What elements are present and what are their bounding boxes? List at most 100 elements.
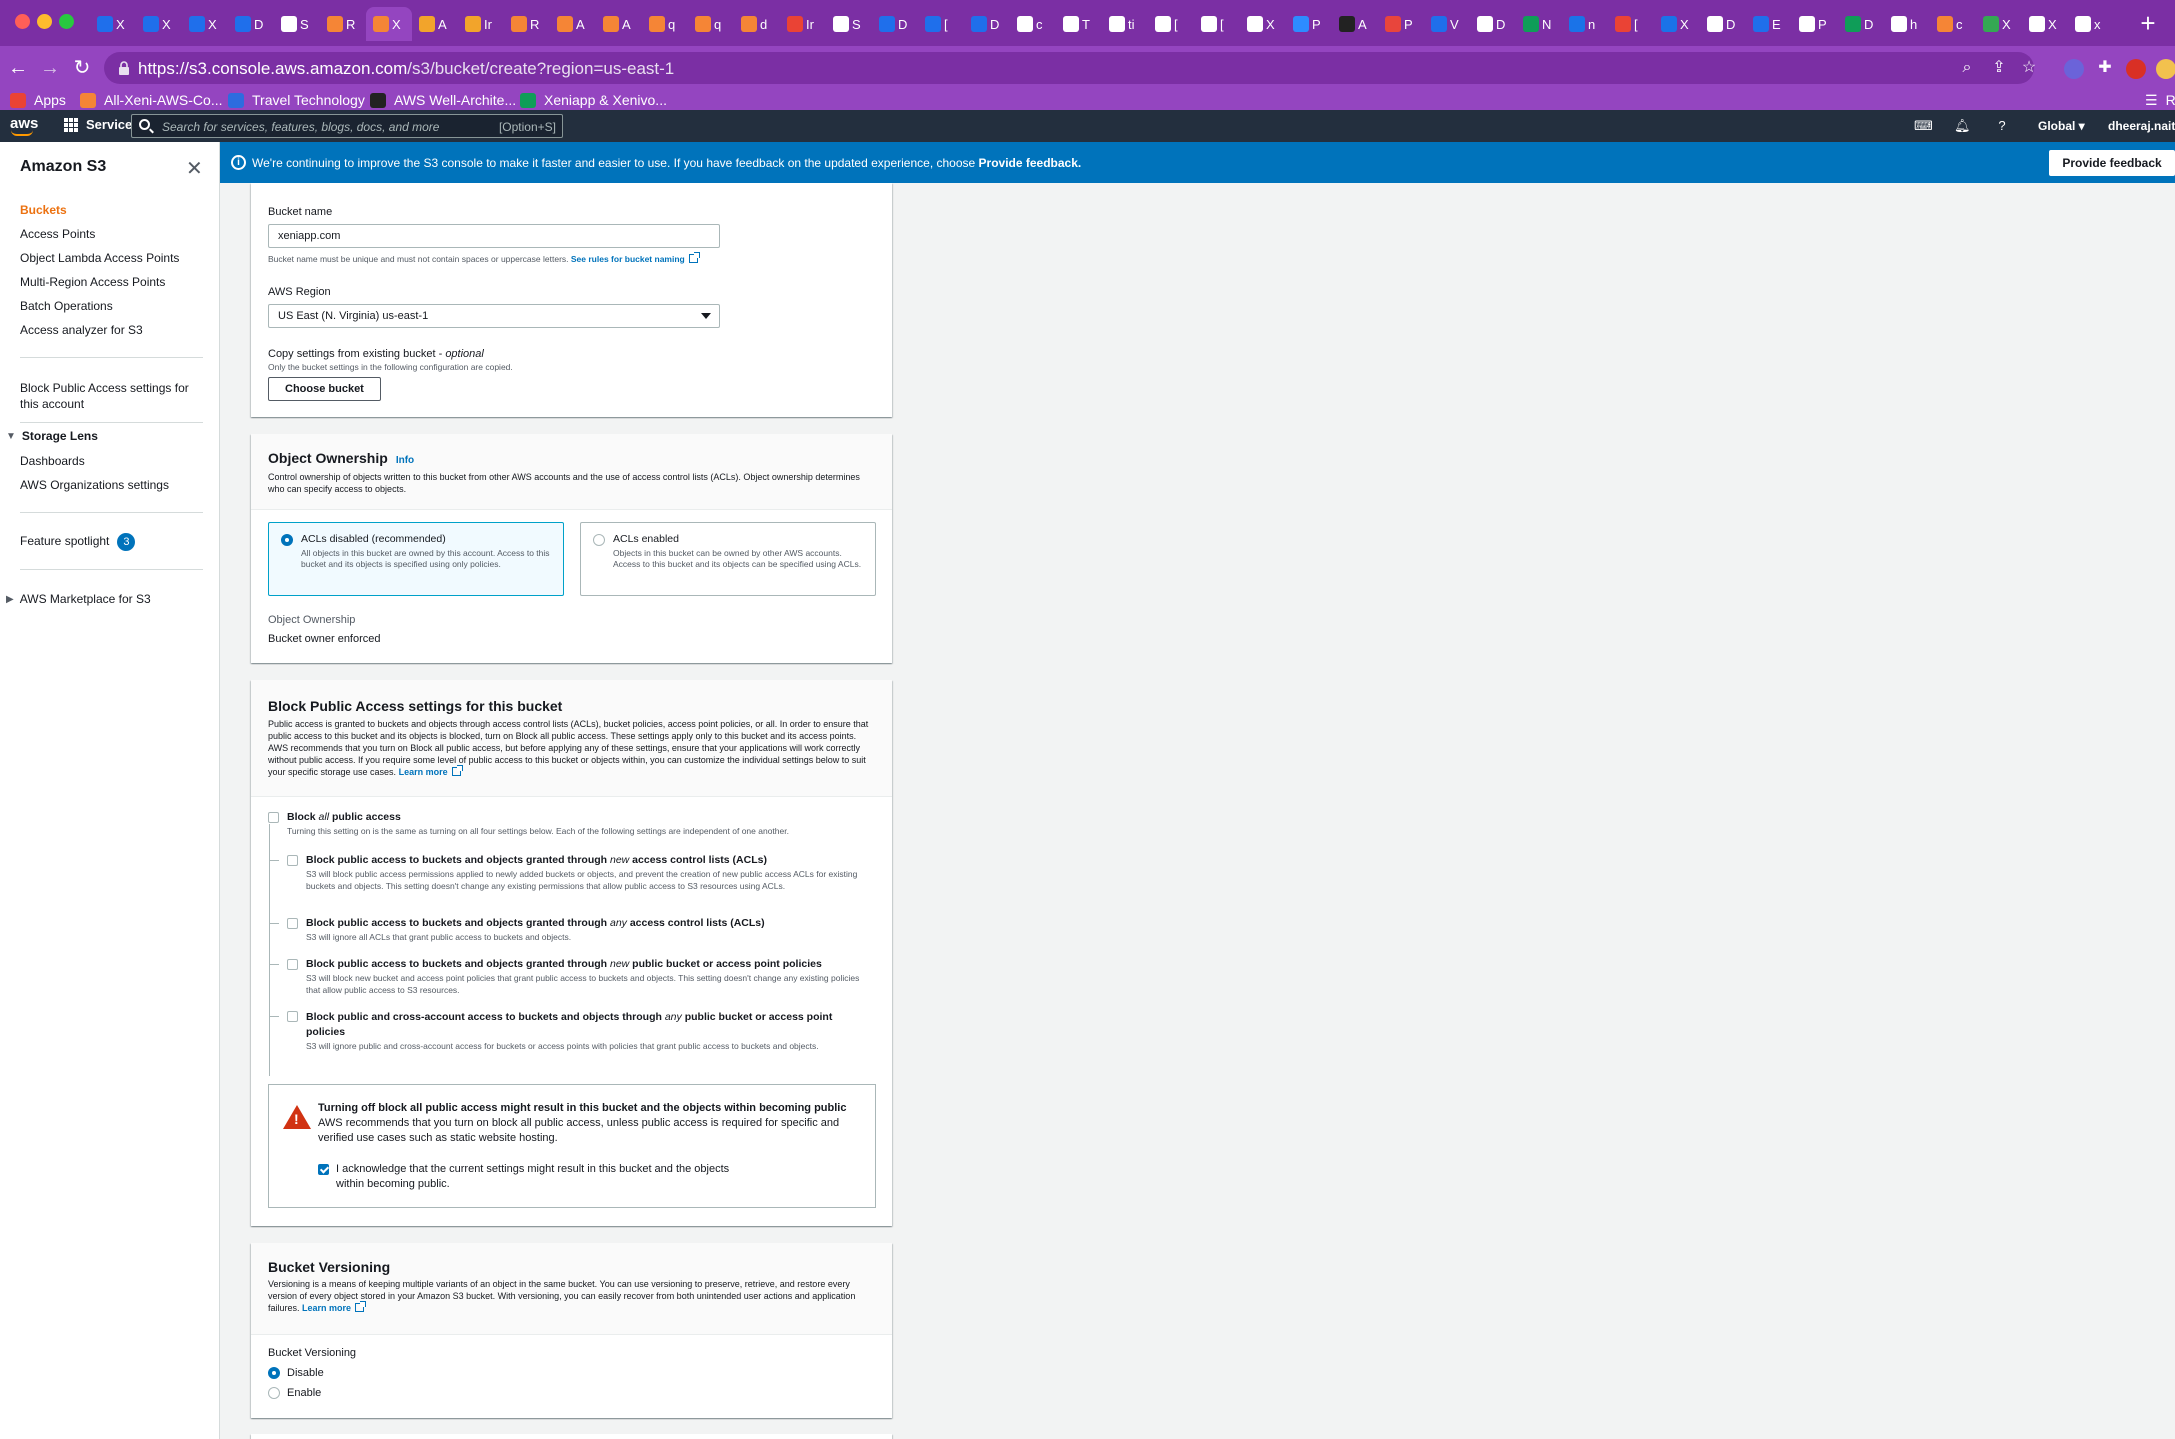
browser-tab[interactable]: E (1746, 7, 1792, 41)
acls-disabled-radio[interactable] (281, 534, 293, 546)
address-bar[interactable]: https://s3.console.aws.amazon.com/s3/buc… (104, 52, 2036, 84)
sidebar-item-block-public-access[interactable]: Block Public Access settings for this ac… (20, 380, 195, 412)
browser-tab[interactable]: h (1884, 7, 1930, 41)
browser-tab[interactable]: [ (1148, 7, 1194, 41)
browser-tab[interactable]: d (734, 7, 780, 41)
sidebar-item-organizations-settings[interactable]: AWS Organizations settings (20, 478, 169, 492)
minimize-window-button[interactable] (37, 14, 52, 29)
sidenav-title[interactable]: Amazon S3 (20, 158, 106, 176)
block-new-policies-checkbox[interactable] (287, 959, 298, 970)
bucket-name-input[interactable]: xeniapp.com (268, 224, 720, 248)
browser-tab[interactable]: P (1792, 7, 1838, 41)
browser-tab[interactable]: N (1516, 7, 1562, 41)
block-new-acls-checkbox[interactable] (287, 855, 298, 866)
region-selector[interactable]: Global ▾ (2038, 119, 2085, 133)
browser-tab[interactable]: X (182, 7, 228, 41)
profile-avatar[interactable] (2126, 59, 2146, 79)
reload-icon[interactable]: ↻ (68, 54, 96, 82)
bucket-naming-rules-link[interactable]: See rules for bucket naming (571, 254, 685, 264)
browser-tab[interactable]: q (688, 7, 734, 41)
browser-tab[interactable]: D (1700, 7, 1746, 41)
browser-tab[interactable]: q (642, 7, 688, 41)
back-icon[interactable]: ← (4, 54, 32, 82)
sidebar-item-object-lambda-access-points[interactable]: Object Lambda Access Points (20, 251, 179, 265)
browser-tab[interactable]: P (1378, 7, 1424, 41)
browser-tab[interactable]: [ (1194, 7, 1240, 41)
acls-enabled-radio[interactable] (593, 534, 605, 546)
bookmark-travel-technology[interactable]: Travel Technology (228, 90, 365, 110)
browser-tab[interactable]: S (274, 7, 320, 41)
browser-tab[interactable]: Ir (458, 7, 504, 41)
browser-tab[interactable]: X (1240, 7, 1286, 41)
notifications-bell-icon[interactable]: 🔔︎ (1954, 118, 1971, 134)
versioning-disable-radio[interactable] (268, 1367, 280, 1379)
block-any-policies-checkbox[interactable] (287, 1011, 298, 1022)
browser-tab[interactable]: D (228, 7, 274, 41)
services-menu[interactable]: Services (64, 117, 140, 132)
acknowledge-checkbox[interactable] (318, 1164, 329, 1175)
sidebar-item-feature-spotlight[interactable]: Feature spotlight 3 (20, 533, 136, 551)
browser-tab[interactable]: X (2022, 7, 2068, 41)
new-tab-button[interactable]: + (2133, 8, 2163, 38)
extensions-puzzle-icon[interactable]: ✚ (2096, 59, 2114, 77)
bookmark-apps[interactable]: Apps (10, 90, 66, 110)
versioning-enable-radio[interactable] (268, 1387, 280, 1399)
sidebar-section-marketplace[interactable]: ▶ AWS Marketplace for S3 (6, 592, 151, 606)
info-link[interactable]: Info (396, 455, 414, 466)
close-icon[interactable]: ✕ (186, 156, 203, 181)
browser-tab[interactable]: [ (918, 7, 964, 41)
sidebar-item-dashboards[interactable]: Dashboards (20, 454, 85, 468)
browser-tab[interactable]: c (1010, 7, 1056, 41)
help-icon[interactable]: ? (1994, 118, 2010, 134)
learn-more-link[interactable]: Learn more (302, 1303, 351, 1313)
extension-icon[interactable] (2064, 59, 2084, 79)
browser-tab[interactable]: c (1930, 7, 1976, 41)
sidebar-item-multi-region-access-points[interactable]: Multi-Region Access Points (20, 275, 165, 289)
aws-logo[interactable]: aws (10, 115, 38, 136)
browser-tab[interactable]: Ir (780, 7, 826, 41)
browser-tab[interactable]: X (90, 7, 136, 41)
browser-tab[interactable]: D (1470, 7, 1516, 41)
browser-tab[interactable]: P (1286, 7, 1332, 41)
browser-tab[interactable]: R (504, 7, 550, 41)
sidebar-item-batch-operations[interactable]: Batch Operations (20, 299, 113, 313)
browser-tab[interactable]: X (366, 7, 412, 41)
browser-tab[interactable]: X (1976, 7, 2022, 41)
provide-feedback-button[interactable]: Provide feedback (2049, 150, 2175, 176)
sidebar-item-access-points[interactable]: Access Points (20, 227, 95, 241)
block-all-public-access-checkbox[interactable] (268, 812, 279, 823)
acls-disabled-option[interactable]: ACLs disabled (recommended) All objects … (268, 522, 564, 596)
bookmark-xeniapp-xenivo[interactable]: Xeniapp & Xenivo... (520, 90, 667, 110)
browser-tab[interactable]: D (1838, 7, 1884, 41)
browser-tab[interactable]: [ (1608, 7, 1654, 41)
zoom-icon[interactable]: ⌕ (1958, 59, 1976, 77)
browser-tab[interactable]: X (136, 7, 182, 41)
aws-region-select[interactable]: US East (N. Virginia) us-east-1 (268, 304, 720, 328)
browser-tab[interactable]: ti (1102, 7, 1148, 41)
choose-bucket-button[interactable]: Choose bucket (268, 377, 381, 401)
browser-tab[interactable]: R (320, 7, 366, 41)
forward-icon[interactable]: → (36, 54, 64, 82)
share-icon[interactable]: ⇪ (1990, 59, 2008, 77)
browser-tab[interactable]: T (1056, 7, 1102, 41)
bookmark-star-icon[interactable]: ☆ (2020, 59, 2038, 77)
browser-tab[interactable]: A (1332, 7, 1378, 41)
block-any-acls-checkbox[interactable] (287, 918, 298, 929)
browser-tab[interactable]: A (550, 7, 596, 41)
browser-tab[interactable]: D (964, 7, 1010, 41)
browser-tab[interactable]: x (2068, 7, 2114, 41)
browser-tab[interactable]: V (1424, 7, 1470, 41)
acls-enabled-option[interactable]: ACLs enabled Objects in this bucket can … (580, 522, 876, 596)
browser-tab[interactable]: D (872, 7, 918, 41)
browser-tab[interactable]: n (1562, 7, 1608, 41)
account-menu[interactable]: dheeraj.naithan (2108, 119, 2175, 133)
bookmark-all-xeni-aws[interactable]: All-Xeni-AWS-Co... (80, 90, 223, 110)
update-avatar[interactable] (2156, 59, 2175, 79)
browser-tab[interactable]: X (1654, 7, 1700, 41)
console-search-input[interactable]: Search for services, features, blogs, do… (131, 114, 563, 138)
sidebar-item-access-analyzer[interactable]: Access analyzer for S3 (20, 323, 143, 337)
sidebar-section-storage-lens[interactable]: ▼ Storage Lens (6, 429, 98, 443)
maximize-window-button[interactable] (59, 14, 74, 29)
reading-list[interactable]: ☰ R (2145, 90, 2175, 110)
browser-tab[interactable]: A (596, 7, 642, 41)
